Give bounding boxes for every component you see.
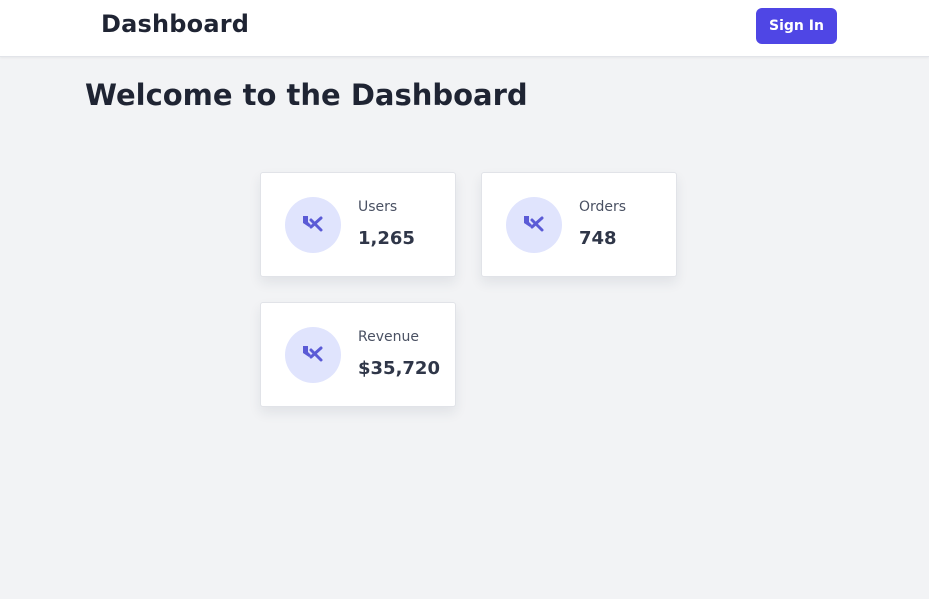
tools-icon [524,216,544,232]
stat-label: Users [358,199,398,215]
stat-card-revenue: Revenue $35,720 [260,302,456,407]
stat-icon-container [285,197,341,253]
top-navbar: Dashboard Sign In [0,0,929,57]
tools-icon [303,346,323,362]
stat-label: Revenue [358,329,419,345]
app-brand[interactable]: Dashboard [101,10,249,38]
sign-in-button[interactable]: Sign In [756,8,837,44]
stat-icon-container [285,327,341,383]
stat-value: 748 [579,228,617,249]
stat-value: 1,265 [358,228,415,249]
stat-label: Orders [579,199,627,215]
stat-value: $35,720 [358,358,440,379]
stat-card-users: Users 1,265 [260,172,456,277]
page-title: Welcome to the Dashboard [85,78,528,112]
stat-card-orders: Orders 748 [481,172,677,277]
stat-icon-container [506,197,562,253]
tools-icon [303,216,323,232]
